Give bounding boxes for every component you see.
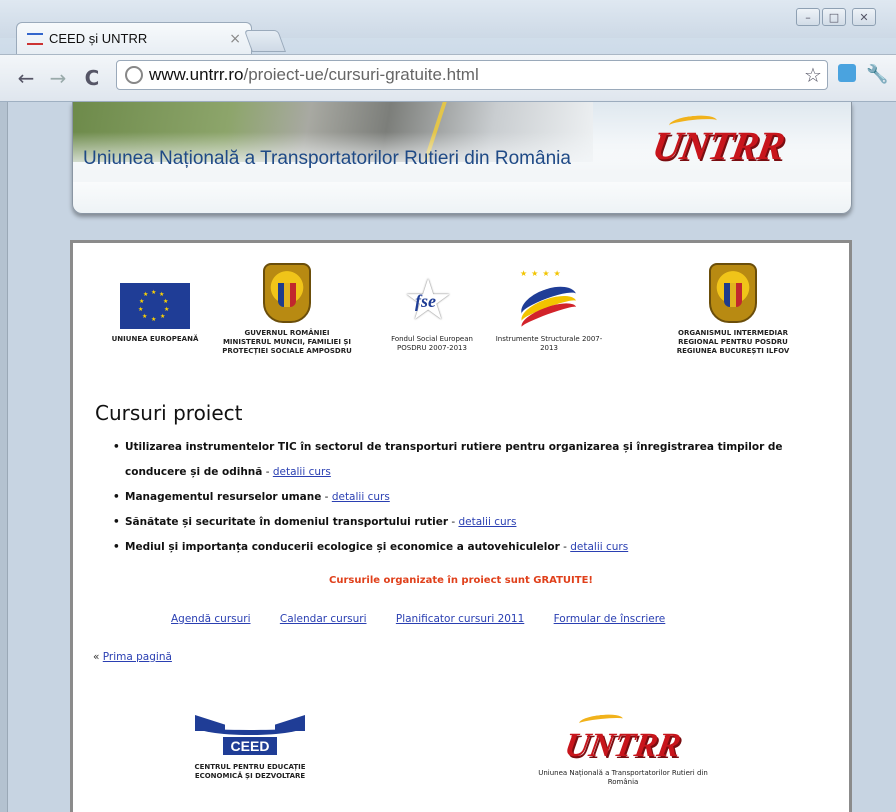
list-item: Sănătate și securitate în domeniul trans… [113,510,833,535]
ceed-arch-icon [195,717,305,735]
logo-caption: ORGANISMUL INTERMEDIAR REGIONAL PENTRU P… [676,329,790,355]
browser-tab[interactable]: CEED și UNTRR × [16,22,252,54]
reload-icon[interactable]: C [80,66,104,90]
ceed-caption: CENTRUL PENTRU EDUCAȚIE ECONOMICĂ ȘI DEZ… [194,763,306,780]
free-courses-notice: Cursurile organizate în proiect sunt GRA… [329,575,593,586]
logo-caption: UNIUNEA EUROPEANĂ [111,335,199,343]
partner-logos: ★ ★ ★ ★ ★ ★ ★ ★ ★ ★ UNIUNEA EUROPEANĂ GUVERNUL… [73,263,849,413]
agenda-link[interactable]: Agendă cursuri [171,613,251,625]
course-details-link[interactable]: detalii curs [570,541,628,553]
url-path: /proiect-ue/cursuri-gratuite.html [243,65,479,84]
site-title: Uniunea Națională a Transportatorilor Ru… [83,148,571,169]
coat-of-arms-icon [263,263,311,323]
eu-logo: ★ ★ ★ ★ ★ ★ ★ ★ ★ ★ UNIUNEA EUROPEANĂ [95,269,215,344]
extension-icon[interactable] [838,64,856,82]
site-header: Uniunea Națională a Transportatorilor Ru… [72,102,852,214]
coat-of-arms-icon [709,263,757,323]
untrr-caption: Uniunea Națională a Transportatorilor Ru… [538,769,708,786]
ceed-wordmark: CEED [222,737,278,755]
new-tab-button[interactable] [243,30,287,52]
bookmark-star-icon[interactable]: ☆ [804,62,822,88]
fse-wordmark: fse [415,291,436,311]
favicon-icon [27,32,43,45]
forward-arrow-icon[interactable]: → [46,66,70,90]
untrr-logo[interactable]: UNTRR [649,122,788,169]
course-list: Utilizarea instrumentelor TIC în sectoru… [113,435,833,560]
maximize-button[interactable]: □ [822,8,846,26]
logo-caption: Instrumente Structurale 2007-2013 [495,335,603,352]
close-window-button[interactable]: ✕ [852,8,876,26]
page-title: Cursuri proiect [95,401,243,425]
wrench-icon[interactable]: 🔧 [866,62,888,88]
minimize-button[interactable]: – [796,8,820,26]
home-nav: « Prima pagină [93,651,172,663]
window-left-edge [0,102,8,812]
calendar-link[interactable]: Calendar cursuri [280,613,367,625]
url-host: www.untrr.ro [149,65,244,84]
eu-flag-icon: ★ ★ ★ ★ ★ ★ ★ ★ ★ ★ [120,283,190,329]
fse-logo: ★ fse Fondul Social European POSDRU 2007… [377,269,487,353]
structural-instruments-logo: ★★★★ Instrumente Structurale 2007-2013 [493,269,605,353]
logo-caption: GUVERNUL ROMÂNIEI MINISTERUL MUNCII, FAM… [222,329,352,355]
ceed-logo[interactable]: CEED CENTRUL PENTRU EDUCAȚIE ECONOMICĂ Ș… [185,717,315,781]
list-item: Utilizarea instrumentelor TIC în sectoru… [113,435,833,485]
globe-icon [125,66,143,84]
course-links: Agendă cursuri Calendar cursuri Planific… [171,613,691,625]
address-bar[interactable]: www.untrr.ro/proiect-ue/cursuri-gratuite… [116,60,828,90]
tab-close-icon[interactable]: × [229,31,241,47]
oir-logo: ORGANISMUL INTERMEDIAR REGIONAL PENTRU P… [661,263,805,356]
list-item: Mediul și importanța conducerii ecologic… [113,535,833,560]
list-item: Managementul resurselor umane - detalii … [113,485,833,510]
course-details-link[interactable]: detalii curs [458,516,516,528]
back-arrow-icon[interactable]: ← [14,66,38,90]
logo-caption: Fondul Social European POSDRU 2007-2013 [391,335,473,352]
untrr-footer-logo[interactable]: UNTRR Uniunea Națională a Transportatori… [523,712,723,787]
registration-form-link[interactable]: Formular de înscriere [554,613,666,625]
gov-logo: GUVERNUL ROMÂNIEI MINISTERUL MUNCII, FAM… [221,263,353,356]
planner-link[interactable]: Planificator cursuri 2011 [396,613,524,625]
browser-chrome: CEED și UNTRR × – □ ✕ ← → C www.untrr.ro… [0,0,896,102]
untrr-wordmark: UNTRR [562,727,684,764]
course-details-link[interactable]: detalii curs [273,466,331,478]
tab-title: CEED și UNTRR [49,31,148,46]
content-panel: ★ ★ ★ ★ ★ ★ ★ ★ ★ ★ UNIUNEA EUROPEANĂ GUVERNUL… [70,240,852,812]
home-link[interactable]: Prima pagină [103,651,172,663]
course-details-link[interactable]: detalii curs [332,491,390,503]
